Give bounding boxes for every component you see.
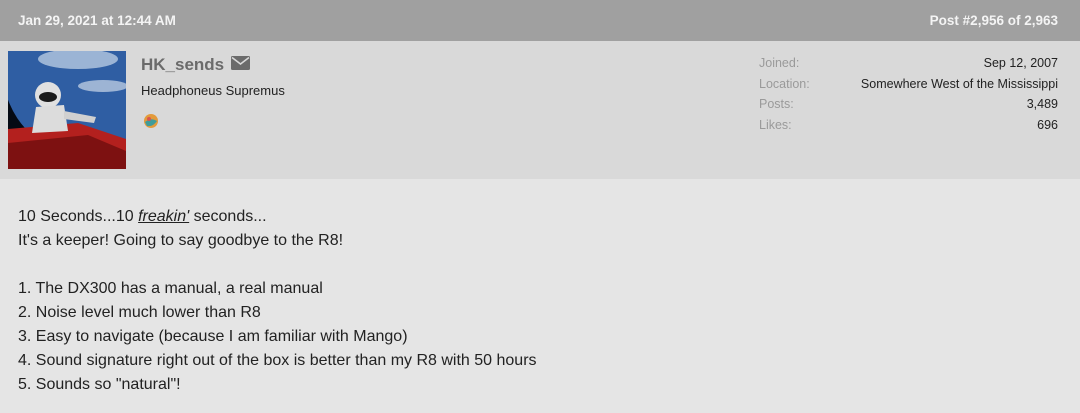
- mail-icon[interactable]: [231, 55, 251, 75]
- post-number[interactable]: Post #2,956 of 2,963: [930, 13, 1058, 28]
- post-emphasis: freakin': [138, 208, 190, 225]
- post-text: seconds...: [189, 208, 267, 225]
- stat-posts: Posts: 3,489: [759, 97, 1058, 118]
- stat-label: Posts:: [759, 97, 794, 111]
- user-badge-icon[interactable]: [143, 113, 159, 134]
- username[interactable]: HK_sends: [141, 55, 251, 75]
- list-item: 4. Sound signature right out of the box …: [18, 352, 537, 369]
- list-item: 1. The DX300 has a manual, a real manual: [18, 280, 323, 297]
- stat-value: Somewhere West of the Mississippi: [860, 76, 1058, 91]
- list-item: 2. Noise level much lower than R8: [18, 304, 261, 321]
- user-stats: Joined: Sep 12, 2007 Location: Somewhere…: [759, 56, 1058, 138]
- stat-location: Location: Somewhere West of the Mississi…: [759, 77, 1058, 98]
- user-title: Headphoneus Supremus: [141, 83, 285, 98]
- user-info-panel: HK_sends Headphoneus Supremus Joined: Se…: [0, 41, 1080, 179]
- stat-value: Sep 12, 2007: [983, 56, 1058, 70]
- post-line: 10 Seconds...10 freakin' seconds...: [18, 205, 1080, 229]
- post-text: 10 Seconds...10: [18, 208, 139, 225]
- list-item: 5. Sounds so "natural"!: [18, 376, 181, 393]
- stat-label: Location:: [759, 76, 810, 91]
- stat-value: 696: [1037, 117, 1058, 132]
- stat-joined: Joined: Sep 12, 2007: [759, 56, 1058, 77]
- stat-label: Likes:: [759, 117, 792, 132]
- stat-likes: Likes: 696: [759, 118, 1058, 139]
- post-body: 10 Seconds...10 freakin' seconds... It's…: [0, 179, 1080, 397]
- post-date[interactable]: Jan 29, 2021 at 12:44 AM: [18, 13, 176, 28]
- stat-value[interactable]: 3,489: [1027, 97, 1058, 118]
- username-text[interactable]: HK_sends: [141, 55, 224, 75]
- stat-label: Joined:: [759, 56, 800, 70]
- list-item: 3. Easy to navigate (because I am famili…: [18, 328, 408, 345]
- post-line: It's a keeper! Going to say goodbye to t…: [18, 232, 344, 249]
- post-header-bar: Jan 29, 2021 at 12:44 AM Post #2,956 of …: [0, 0, 1080, 41]
- avatar[interactable]: [8, 51, 126, 169]
